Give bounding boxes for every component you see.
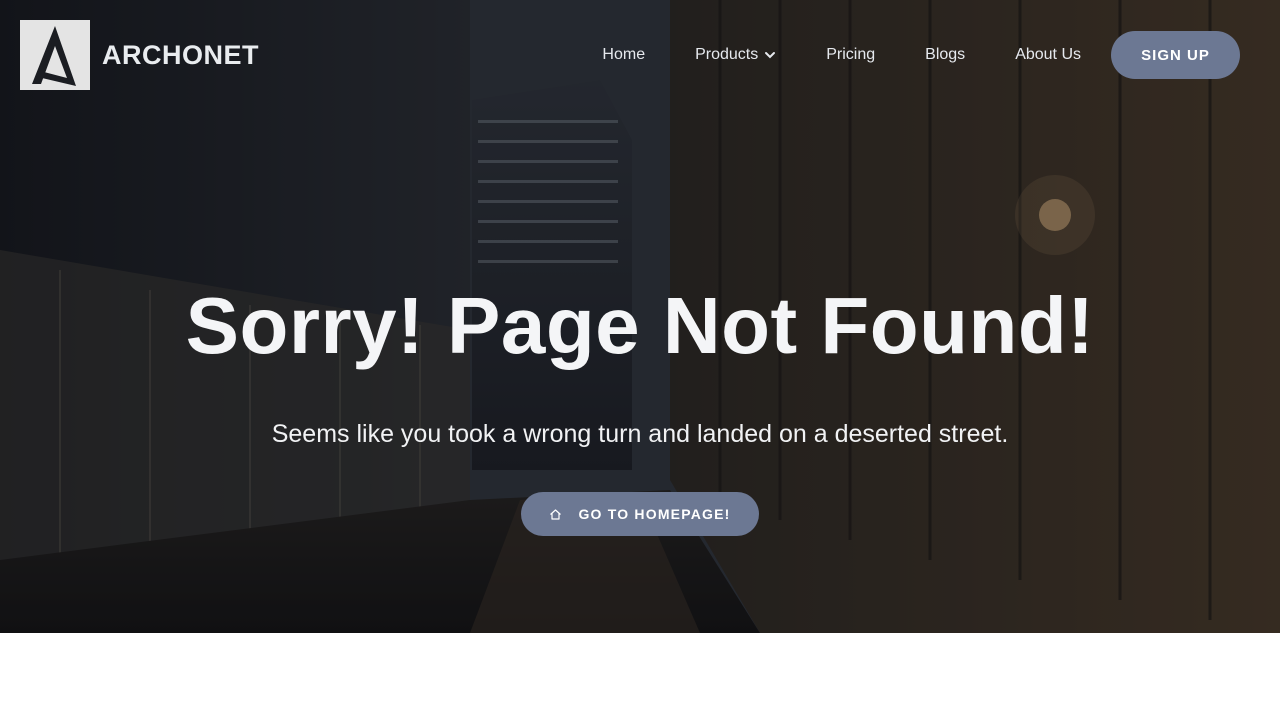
- nav-item-about-us[interactable]: About Us: [1015, 46, 1081, 64]
- chevron-down-icon: [765, 52, 776, 59]
- nav-item-home[interactable]: Home: [602, 46, 645, 64]
- nav-item-label: Home: [602, 46, 646, 63]
- archonet-logo-icon: [20, 20, 90, 90]
- nav-item-blogs[interactable]: Blogs: [925, 46, 965, 64]
- main-navigation: Home Products Pricing Blogs About Us SIG…: [602, 31, 1240, 79]
- home-icon: [550, 508, 562, 520]
- nav-item-label: Pricing: [826, 46, 876, 63]
- nav-item-pricing[interactable]: Pricing: [826, 46, 875, 64]
- go-to-homepage-button[interactable]: GO TO HOMEPAGE!: [521, 492, 759, 536]
- nav-item-label: Blogs: [925, 46, 966, 63]
- nav-item-products[interactable]: Products: [695, 46, 776, 64]
- brand-name: ARCHONET: [102, 39, 259, 70]
- nav-item-label: About Us: [1015, 46, 1081, 63]
- go-to-homepage-label: GO TO HOMEPAGE!: [578, 506, 731, 522]
- page-footer-area: [0, 633, 1280, 720]
- sign-up-button[interactable]: SIGN UP: [1111, 31, 1240, 79]
- hero-section: ARCHONET Home Products Pricing Blogs Abo…: [0, 0, 1280, 633]
- page-title: Sorry! Page Not Found!: [185, 281, 1095, 370]
- brand-logo[interactable]: ARCHONET: [20, 20, 259, 90]
- nav-item-label: Products: [695, 46, 759, 63]
- page-subtitle: Seems like you took a wrong turn and lan…: [271, 420, 1009, 448]
